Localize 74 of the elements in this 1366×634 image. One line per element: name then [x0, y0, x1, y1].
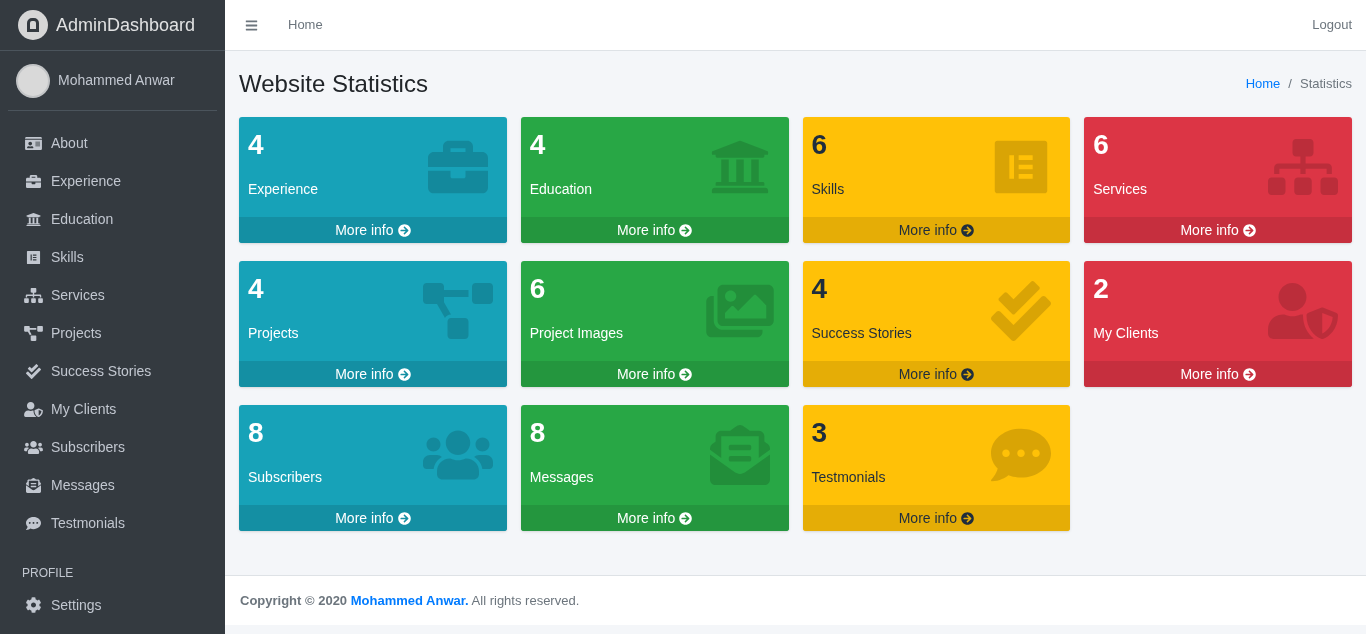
stat-count: 6: [1093, 129, 1110, 161]
brand-title[interactable]: AdminDashboard: [56, 11, 196, 39]
more-info-link[interactable]: More info: [802, 505, 1071, 531]
stat-label: Subscribers: [248, 468, 323, 487]
stat-count: 8: [248, 417, 265, 449]
sidebar-item[interactable]: About: [8, 124, 217, 162]
more-info-link[interactable]: More info: [520, 217, 789, 243]
sidebar-item[interactable]: Skills: [8, 238, 217, 276]
breadcrumb-separator: /: [1288, 75, 1292, 94]
stat-count: 4: [248, 273, 265, 305]
stat-label: Projects: [248, 324, 300, 343]
square-logo-icon: [24, 249, 43, 265]
author-link[interactable]: Mohammed Anwar.: [350, 592, 469, 608]
more-info-link[interactable]: More info: [520, 361, 789, 387]
more-info-link[interactable]: More info: [802, 361, 1071, 387]
envelope-icon: [24, 477, 43, 493]
sidebar-item[interactable]: Education: [8, 200, 217, 238]
stat-count: 8: [529, 417, 547, 449]
double-check-icon: [24, 363, 43, 379]
stat-count: 6: [529, 273, 547, 305]
sidebar-item[interactable]: Subscribers: [8, 428, 217, 466]
nav-link[interactable]: Home: [288, 15, 323, 35]
stat-label: Success Stories: [811, 324, 913, 343]
more-info-link[interactable]: More info: [520, 505, 789, 531]
logout-link[interactable]: Logout: [1312, 15, 1352, 35]
more-info-link[interactable]: More info: [239, 217, 507, 243]
sitemap-icon: [1268, 137, 1338, 197]
menu-icon[interactable]: [245, 18, 258, 32]
diagram-icon: [24, 325, 43, 341]
briefcase-icon: [24, 173, 43, 189]
section-header: PROFILE: [21, 565, 75, 582]
avatar: [18, 65, 48, 96]
stat-label: Testmonials: [811, 468, 887, 487]
page-title: Website Statistics: [239, 69, 428, 99]
user-shield-icon: [24, 401, 43, 417]
stat-label: Experience: [248, 180, 320, 199]
stat-label: Project Images: [529, 324, 625, 343]
user-name[interactable]: Mohammed Anwar: [58, 70, 175, 91]
sidebar-item[interactable]: Success Stories: [8, 352, 217, 390]
more-info-link[interactable]: More info: [239, 361, 507, 387]
stat-count: 4: [529, 129, 547, 161]
sidebar-item[interactable]: Experience: [8, 162, 217, 200]
users-icon: [24, 439, 43, 455]
more-info-link[interactable]: More info: [239, 505, 507, 531]
stat-count: 6: [811, 129, 829, 161]
sidebar-item[interactable]: Services: [8, 276, 217, 314]
user-shield-icon: [1268, 281, 1338, 341]
sidebar-item[interactable]: Messages: [8, 466, 217, 504]
stat-label: Messages: [529, 468, 595, 487]
sidebar-item[interactable]: My Clients: [8, 390, 217, 428]
stat-label: Services: [1093, 180, 1148, 199]
more-info-link[interactable]: More info: [1084, 361, 1352, 387]
breadcrumb-link[interactable]: Home: [1245, 74, 1281, 94]
stat-label: My Clients: [1093, 324, 1160, 343]
more-info-link[interactable]: More info: [1084, 217, 1352, 243]
sidebar-item[interactable]: Settings: [8, 588, 217, 622]
stat-label: Skills: [811, 180, 846, 199]
stat-count: 3: [811, 417, 829, 449]
logo-icon: [18, 10, 48, 40]
stat-count: 4: [811, 273, 829, 305]
id-card-icon: [24, 135, 43, 151]
sitemap-icon: [24, 287, 43, 303]
sidebar-item[interactable]: Testmonials: [8, 504, 217, 542]
bank-building-icon: [24, 211, 43, 227]
sidebar-item[interactable]: Projects: [8, 314, 217, 352]
stat-count: 2: [1093, 273, 1110, 305]
stat-count: 4: [248, 129, 265, 161]
speech-bubble-icon: [24, 515, 43, 531]
settings-icon: [24, 597, 43, 613]
more-info-link[interactable]: More info: [802, 217, 1071, 243]
breadcrumb-current-page: Statistics: [1300, 75, 1352, 94]
diagram-icon: [422, 281, 493, 341]
stat-label: Education: [529, 180, 594, 199]
footer-text: Copyright © 2020 Mohammed Anwar. All rights reserved.: [240, 591, 580, 610]
